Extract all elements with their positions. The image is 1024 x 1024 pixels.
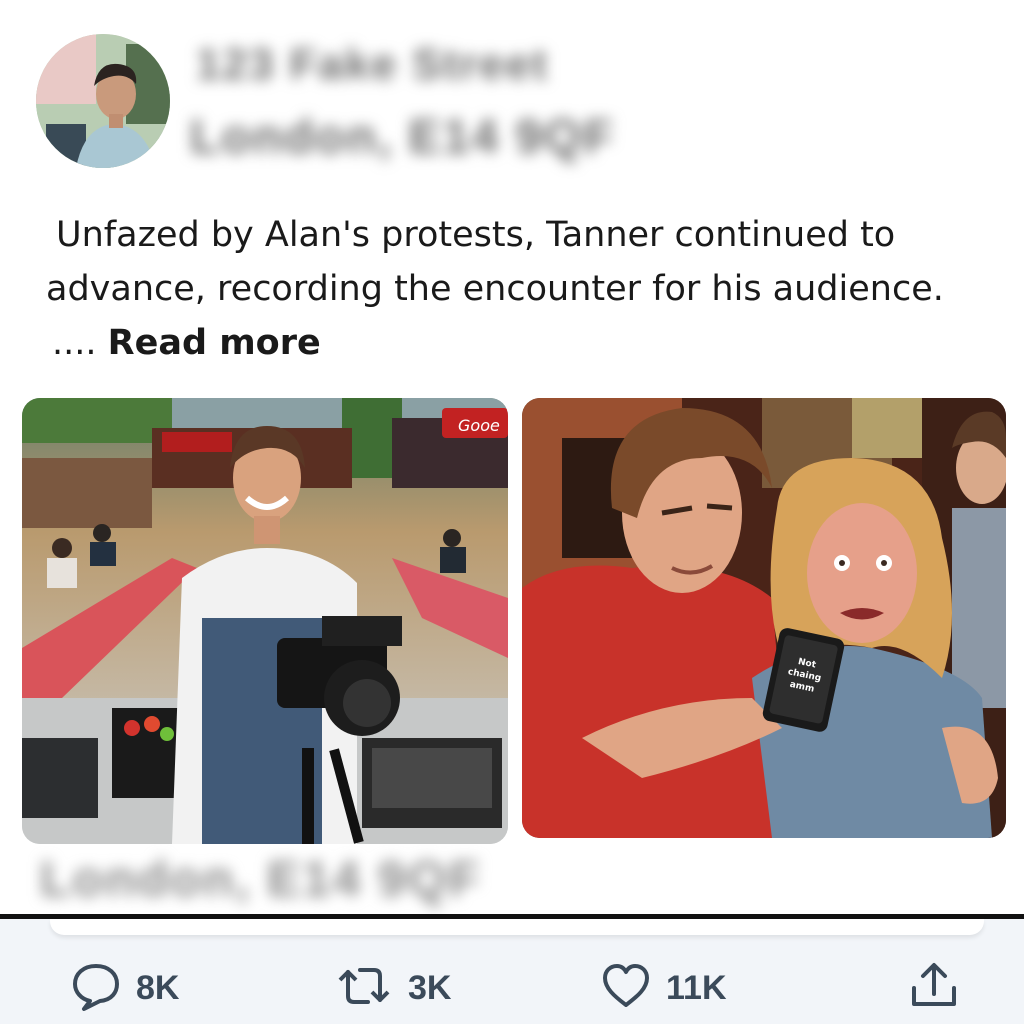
post-text-line-2: advance, recording the encounter for his… — [46, 269, 944, 309]
repost-icon — [334, 960, 394, 1017]
like-button[interactable]: 11K — [600, 960, 727, 1016]
like-count: 11K — [666, 968, 727, 1007]
author-handle: London, E14 9QF — [190, 111, 615, 164]
reply-count: 8K — [136, 968, 180, 1007]
read-more-link[interactable]: .... Read more — [46, 316, 996, 370]
repost-count: 3K — [408, 968, 452, 1007]
reply-icon — [70, 960, 122, 1017]
like-icon — [600, 960, 652, 1017]
post-image-left[interactable]: Gooe — [22, 398, 508, 844]
read-more-label: Read more — [107, 323, 321, 363]
avatar[interactable] — [36, 34, 170, 168]
card-edge — [50, 919, 984, 935]
post-text-line-1: Unfazed by Alan's protests, Tanner conti… — [56, 215, 896, 255]
image-caption: London, E14 9QF — [40, 851, 482, 907]
author-name[interactable]: 123 Fake Street — [196, 40, 549, 90]
shop-sign-text: Gooe — [458, 416, 500, 435]
share-button[interactable] — [906, 960, 962, 1016]
post-text: Unfazed by Alan's protests, Tanner conti… — [46, 208, 996, 370]
repost-button[interactable]: 3K — [334, 960, 451, 1016]
reply-button[interactable]: 8K — [70, 960, 179, 1016]
share-icon — [906, 960, 962, 1017]
ellipsis: .... — [52, 323, 97, 363]
post-image-right[interactable]: Not chaing amm — [522, 398, 1006, 838]
